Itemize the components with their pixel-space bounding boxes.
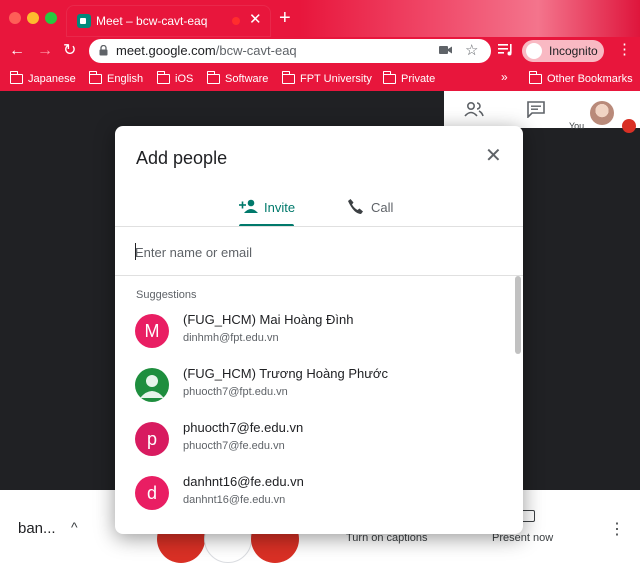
url-path: /bcw-cavt-eaq — [215, 43, 297, 58]
chat-icon[interactable] — [527, 101, 545, 118]
phone-icon — [348, 199, 363, 214]
bookmark-label: Software — [225, 73, 269, 85]
camera-in-use-icon[interactable] — [439, 44, 453, 56]
self-label: You — [569, 121, 585, 131]
avatar: d — [135, 476, 169, 510]
bookmark-label: iOS — [175, 73, 194, 85]
bookmark-english[interactable]: English — [88, 71, 144, 87]
text-cursor — [135, 243, 136, 260]
recording-dot-icon — [232, 17, 240, 25]
folder-icon — [528, 71, 542, 84]
suggestion-item[interactable]: p phuocth7@fe.edu.vn phuocth7@fe.edu.vn — [115, 414, 515, 468]
folder-icon — [382, 71, 396, 84]
suggestion-email: phuocth7@fe.edu.vn — [183, 440, 285, 452]
suggestion-email: phuocth7@fpt.edu.vn — [183, 386, 288, 398]
person-icon — [135, 368, 169, 402]
avatar: p — [135, 422, 169, 456]
browser-titlebar: Meet – bcw-cavt-eaq ✕ + — [0, 0, 640, 37]
dialog-title: Add people — [136, 148, 228, 168]
forward-button[interactable]: → — [37, 40, 53, 62]
url-text: meet.google.com/bcw-cavt-eaq — [116, 43, 297, 58]
incognito-label: Incognito — [549, 44, 598, 58]
meeting-details-label[interactable]: ban... — [18, 520, 56, 537]
suggestion-item[interactable]: d danhnt16@fe.edu.vn danhnt16@fe.edu.vn — [115, 468, 515, 522]
new-tab-button[interactable]: + — [279, 7, 291, 29]
suggestion-name: phuocth7@fe.edu.vn — [183, 420, 304, 435]
self-avatar — [590, 101, 614, 125]
browser-tab-meet[interactable]: Meet – bcw-cavt-eaq ✕ — [66, 5, 271, 37]
people-icon[interactable] — [464, 101, 484, 117]
bookmark-label: FPT University — [300, 73, 372, 85]
tab-title: Meet – bcw-cavt-eaq — [96, 14, 208, 28]
folder-icon — [281, 71, 295, 84]
bookmark-label: Other Bookmarks — [547, 73, 633, 85]
suggestions-heading: Suggestions — [136, 289, 197, 301]
suggestion-email: dinhmh@fpt.edu.vn — [183, 332, 279, 344]
suggestion-name: (FUG_HCM) Trương Hoàng Phước — [183, 366, 388, 381]
theme-background — [300, 0, 640, 37]
folder-icon — [88, 71, 102, 84]
incognito-icon — [526, 43, 542, 59]
bookmark-star-icon[interactable]: ☆ — [465, 41, 478, 59]
bookmark-fpt-university[interactable]: FPT University — [281, 71, 372, 87]
name-or-email-input[interactable] — [135, 241, 505, 263]
tab-close-icon[interactable]: ✕ — [249, 11, 262, 29]
suggestion-name: danhnt16@fe.edu.vn — [183, 474, 304, 489]
bookmark-private[interactable]: Private — [382, 71, 436, 87]
incognito-badge[interactable]: Incognito — [522, 40, 604, 62]
tab-call-label: Call — [371, 200, 394, 215]
bookmark-other[interactable]: Other Bookmarks — [528, 71, 633, 87]
window-zoom-button[interactable] — [45, 12, 57, 24]
window-close-button[interactable] — [9, 12, 21, 24]
bookmarks-overflow-button[interactable]: » — [501, 70, 508, 84]
add-person-icon — [239, 199, 258, 213]
tab-call[interactable]: Call — [347, 196, 397, 226]
bookmark-ios[interactable]: iOS — [156, 71, 194, 87]
mic-off-icon — [622, 119, 636, 133]
folder-icon — [206, 71, 220, 84]
suggestion-name: (FUG_HCM) Mai Hoàng Đình — [183, 312, 354, 327]
meet-favicon-icon — [77, 14, 91, 28]
browser-toolbar: ← → ↻ meet.google.com/bcw-cavt-eaq ☆ Inc… — [0, 37, 640, 65]
bookmark-label: Japanese — [28, 73, 76, 85]
suggestion-email: danhnt16@fe.edu.vn — [183, 494, 286, 506]
divider — [115, 226, 523, 227]
suggestions-scrollbar[interactable] — [515, 276, 521, 354]
bookmark-software[interactable]: Software — [206, 71, 269, 87]
reload-button[interactable]: ↻ — [63, 40, 76, 62]
bookmark-label: Private — [401, 73, 436, 85]
folder-icon — [9, 71, 23, 84]
more-options-icon[interactable]: ⋮ — [609, 519, 625, 539]
close-icon[interactable]: ✕ — [485, 144, 502, 168]
avatar: M — [135, 314, 169, 348]
url-host: meet.google.com — [116, 43, 216, 58]
chevron-up-icon[interactable]: ^ — [71, 519, 78, 535]
bookmark-label: English — [107, 73, 144, 85]
back-button[interactable]: ← — [9, 40, 25, 62]
tab-invite[interactable]: Invite — [239, 196, 295, 226]
bookmarks-bar: Japanese English iOS Software FPT Univer… — [0, 65, 640, 91]
window-minimize-button[interactable] — [27, 12, 39, 24]
add-people-dialog: Add people ✕ Invite Call Suggestions M (… — [115, 126, 523, 534]
media-control-icon[interactable] — [498, 43, 514, 57]
tab-invite-label: Invite — [264, 200, 296, 215]
folder-icon — [156, 71, 170, 84]
address-bar[interactable]: meet.google.com/bcw-cavt-eaq ☆ — [89, 39, 491, 63]
suggestion-item[interactable]: M (FUG_HCM) Mai Hoàng Đình dinhmh@fpt.ed… — [115, 306, 515, 360]
divider — [115, 275, 523, 276]
lock-icon — [99, 45, 108, 56]
bookmark-japanese[interactable]: Japanese — [9, 71, 76, 87]
suggestion-item[interactable]: (FUG_HCM) Trương Hoàng Phước phuocth7@fp… — [115, 360, 515, 414]
browser-menu-icon[interactable]: ⋮ — [617, 41, 632, 59]
